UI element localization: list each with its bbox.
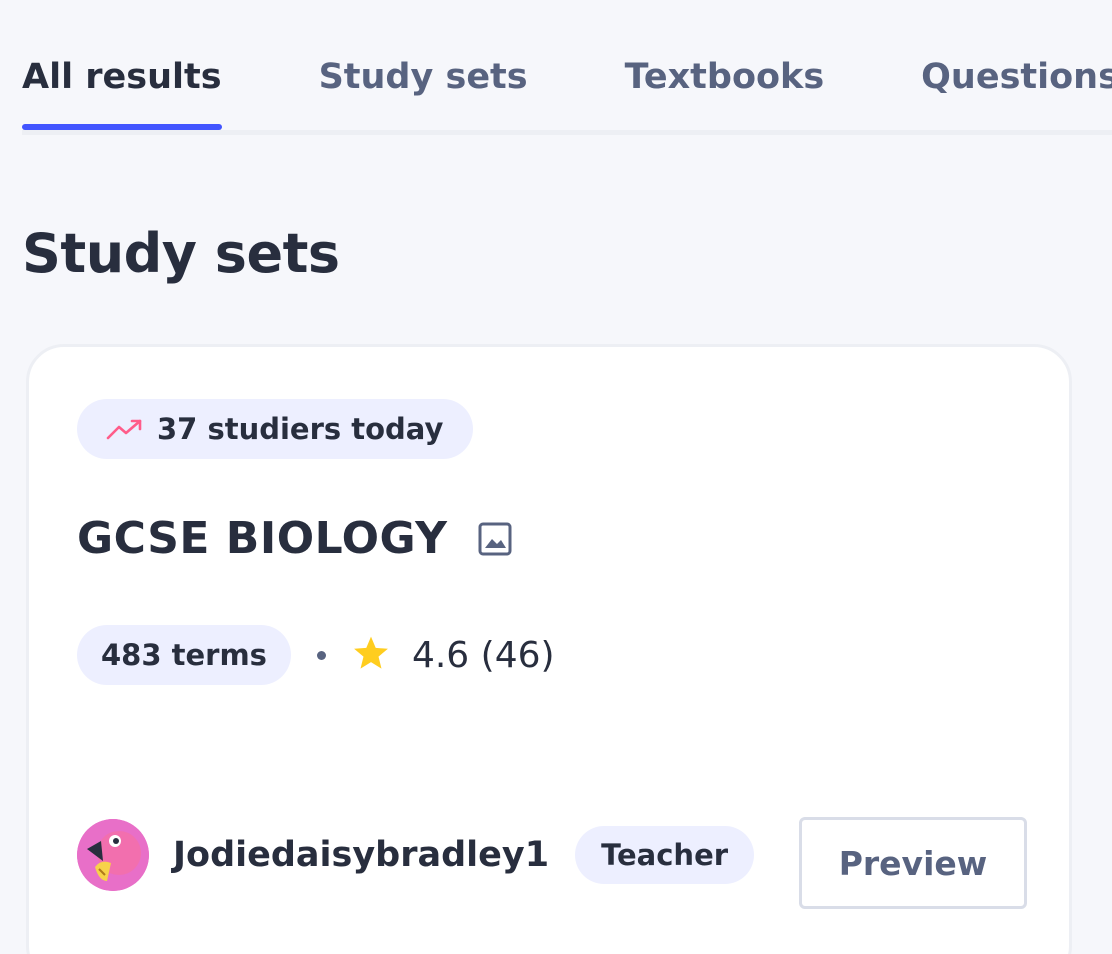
tab-label: Study sets (318, 57, 528, 97)
section-title: Study sets (22, 222, 340, 285)
image-icon (477, 521, 513, 557)
tabs-divider (22, 130, 1112, 135)
tab-questions[interactable]: Questions (921, 46, 1112, 130)
avatar[interactable] (77, 819, 149, 891)
studiers-count: 37 studiers today (157, 412, 444, 446)
page: All results Study sets Textbooks Questio… (0, 0, 1112, 954)
set-title[interactable]: GCSE BIOLOGY (77, 513, 447, 564)
creator-role-badge: Teacher (575, 826, 755, 884)
separator-dot (316, 650, 326, 660)
star-icon (352, 635, 390, 675)
rating: 4.6 (46) (411, 634, 555, 676)
preview-button[interactable]: Preview (799, 817, 1027, 909)
tab-label: Textbooks (624, 57, 825, 97)
tab-all-results[interactable]: All results (22, 46, 222, 130)
tab-label: Questions (921, 57, 1112, 97)
studiers-badge: 37 studiers today (77, 399, 474, 459)
tab-study-sets[interactable]: Study sets (319, 46, 528, 130)
creator-row: Jodiedaisybradley1 Teacher (77, 819, 755, 891)
flamingo-avatar-icon (77, 819, 149, 891)
tab-label: All results (22, 57, 222, 97)
trending-up-icon (105, 417, 145, 441)
meta-row: 483 terms 4.6 (46) (77, 625, 555, 685)
study-set-card[interactable]: 37 studiers today GCSE BIOLOGY 483 terms… (26, 344, 1072, 954)
creator-username[interactable]: Jodiedaisybradley1 (173, 835, 549, 875)
set-title-row: GCSE BIOLOGY (77, 513, 513, 564)
tab-textbooks[interactable]: Textbooks (625, 46, 825, 130)
search-tabs: All results Study sets Textbooks Questio… (22, 46, 1112, 136)
terms-count: 483 terms (77, 625, 291, 685)
